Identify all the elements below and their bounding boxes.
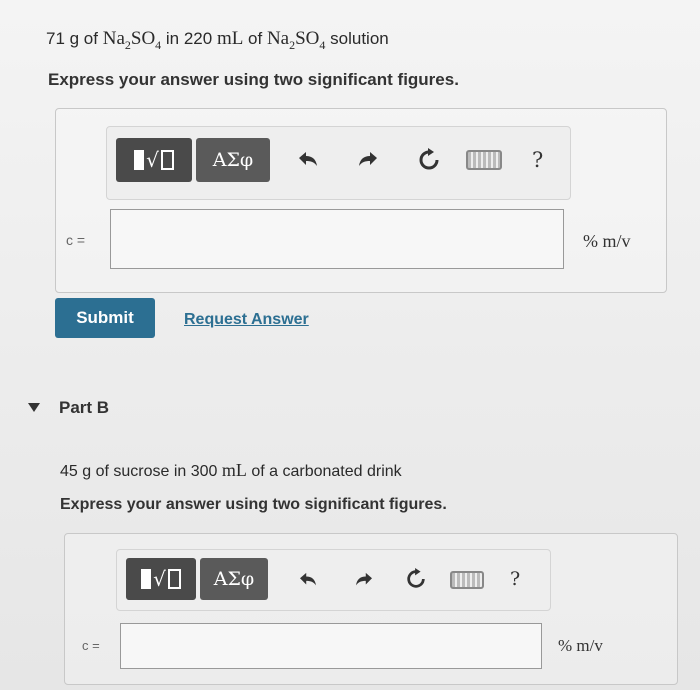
part-b-unit: % m/v (558, 636, 603, 655)
part-b-help-button[interactable]: ? (510, 568, 520, 590)
request-answer-link[interactable]: Request Answer (184, 311, 309, 329)
part-b-answer-input[interactable] (120, 623, 542, 669)
part-a-answer-input[interactable] (110, 209, 564, 269)
keyboard-icon[interactable] (450, 571, 484, 589)
template-square-icon (141, 569, 152, 589)
template-box-icon (167, 569, 181, 589)
template-box-icon (160, 150, 174, 170)
reset-icon[interactable] (404, 567, 428, 591)
submit-button[interactable]: Submit (55, 298, 155, 338)
greek-label: ΑΣφ (212, 149, 254, 171)
part-b-instruction: Express your answer using two significan… (60, 496, 447, 513)
part-b-templates-button[interactable]: √ (126, 558, 196, 600)
greek-label: ΑΣφ (213, 568, 255, 590)
undo-icon[interactable] (296, 568, 320, 592)
part-a-variable-label: c = (66, 232, 86, 248)
part-b-title[interactable]: Part B (59, 398, 109, 418)
radical-icon: √ (146, 148, 159, 172)
template-square-icon (134, 150, 145, 170)
part-b-variable-label: c = (82, 638, 100, 653)
part-a-greek-button[interactable]: ΑΣφ (196, 138, 270, 182)
redo-icon[interactable] (356, 148, 380, 172)
part-a-templates-button[interactable]: √ (116, 138, 192, 182)
redo-icon[interactable] (352, 568, 376, 592)
keyboard-icon[interactable] (466, 150, 502, 170)
page: 71 g of Na2SO4 in 220 mL of Na2SO4 solut… (0, 0, 700, 690)
part-a-unit: % m/v (583, 231, 631, 251)
part-b-greek-button[interactable]: ΑΣφ (200, 558, 268, 600)
part-b-question: 45 g of sucrose in 300 mL of a carbonate… (60, 460, 402, 480)
undo-icon[interactable] (296, 148, 320, 172)
reset-icon[interactable] (416, 147, 442, 173)
part-a-question: 71 g of Na2SO4 in 220 mL of Na2SO4 solut… (46, 28, 389, 52)
radical-icon: √ (153, 567, 166, 591)
triangle-down-icon[interactable] (28, 403, 40, 412)
part-a-instruction: Express your answer using two significan… (48, 70, 459, 89)
part-a-help-button[interactable]: ? (532, 148, 543, 172)
